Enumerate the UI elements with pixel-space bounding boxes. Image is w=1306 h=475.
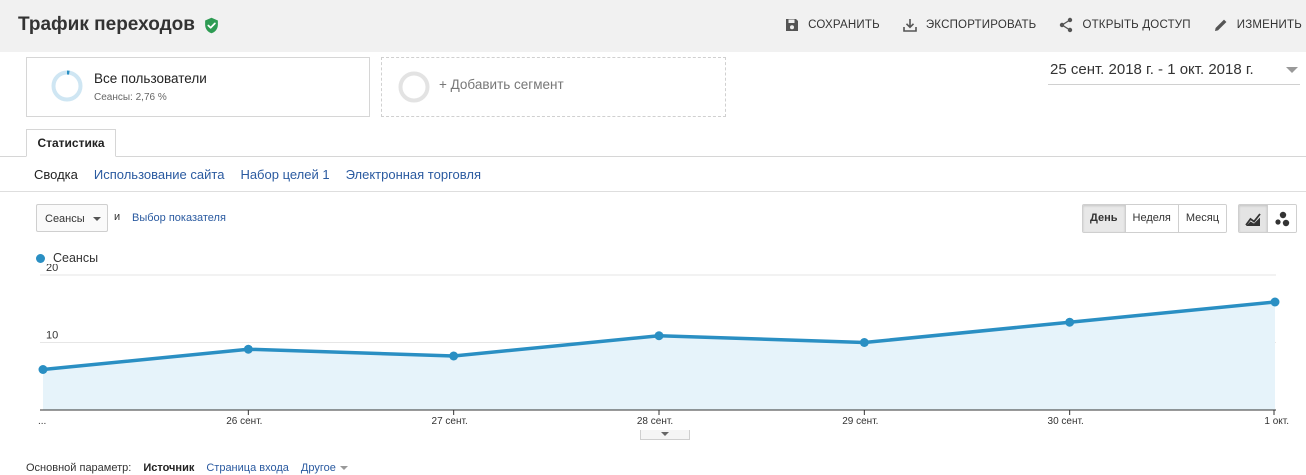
data-point [859, 338, 869, 347]
y-tick-label: 20 [46, 264, 58, 274]
subnav-summary[interactable]: Сводка [34, 167, 78, 182]
share-icon [1058, 17, 1074, 33]
add-segment-label: + Добавить сегмент [439, 77, 564, 92]
chart-legend: Сеансы [36, 251, 98, 265]
data-point [1065, 317, 1075, 327]
subnav-goal-set-1[interactable]: Набор целей 1 [240, 167, 329, 182]
chevron-down-icon [339, 466, 348, 470]
page-title: Трафик переходов [18, 14, 220, 36]
segment-all-users[interactable]: Все пользователи Сеансы: 2,76 % [26, 57, 370, 117]
choose-metric-link[interactable]: Выбор показателя [132, 212, 226, 224]
report-header: Трафик переходов СОХРАНИТЬ ЭКСПОРТИРОВАТ… [0, 0, 1306, 52]
share-label: ОТКРЫТЬ ДОСТУП [1082, 19, 1191, 31]
legend-series-label: Сеансы [53, 251, 99, 265]
x-tick-label: 30 сент. [1048, 416, 1084, 427]
primary-dimension-other-label: Другое [300, 462, 336, 474]
page-title-text: Трафик переходов [18, 14, 195, 35]
primary-dimension-other[interactable]: Другое [301, 462, 348, 474]
segment-ring-icon [51, 70, 83, 102]
x-tick-label: 29 сент. [842, 416, 878, 427]
add-segment-button[interactable]: + Добавить сегмент [381, 57, 726, 117]
save-icon [784, 17, 800, 33]
expand-chart-button[interactable] [640, 430, 690, 440]
period-week-button[interactable]: Неделя [1124, 205, 1178, 232]
y-tick-label: 10 [46, 330, 58, 342]
subnav-site-usage[interactable]: Использование сайта [94, 167, 225, 182]
primary-dimension-label: Основной параметр: [26, 462, 132, 474]
download-icon [902, 17, 918, 33]
x-tick-label: ... [38, 416, 46, 427]
edit-button[interactable]: ИЗМЕНИТЬ [1213, 17, 1302, 33]
pencil-icon [1213, 17, 1229, 33]
x-tick-label: 27 сент. [432, 416, 468, 427]
chevron-down-icon [1286, 67, 1298, 73]
sessions-chart: 10 20... 26 сент. 27 сент. 28 сент. 29 сент. 3… [38, 264, 1289, 427]
report-subnav: Сводка Использование сайта Набор целей 1… [34, 167, 481, 182]
export-button[interactable]: ЭКСПОРТИРОВАТЬ [902, 17, 1037, 33]
chart-view-toggle [1238, 204, 1297, 233]
primary-dimension-landing-page[interactable]: Страница входа [206, 462, 289, 474]
segment-name: Все пользователи [94, 71, 207, 86]
edit-label: ИЗМЕНИТЬ [1236, 19, 1302, 31]
primary-dimension-source[interactable]: Источник [143, 462, 194, 474]
date-range-picker[interactable]: 25 сент. 2018 г. - 1 окт. 2018 г. [1048, 60, 1300, 85]
verified-shield-icon [203, 17, 220, 34]
series-area [43, 302, 1275, 410]
period-day-button[interactable]: День [1083, 205, 1125, 232]
report-toolbar: СОХРАНИТЬ ЭКСПОРТИРОВАТЬ ОТКРЫТЬ ДОСТУП … [762, 17, 1302, 33]
data-point [243, 344, 253, 354]
share-button[interactable]: ОТКРЫТЬ ДОСТУП [1058, 17, 1191, 33]
save-button[interactable]: СОХРАНИТЬ [784, 17, 880, 33]
chevron-down-icon [93, 217, 101, 221]
data-point [654, 331, 664, 341]
data-point [38, 365, 48, 374]
date-range-text: 25 сент. 2018 г. - 1 окт. 2018 г. [1050, 61, 1254, 78]
primary-dimension-bar: Основной параметр: Источник Страница вхо… [26, 462, 348, 474]
tab-statistics[interactable]: Статистика [26, 129, 116, 157]
chevron-down-icon [661, 432, 669, 436]
export-label: ЭКСПОРТИРОВАТЬ [925, 19, 1037, 31]
period-toggle: День Неделя Месяц [1082, 204, 1228, 233]
metric-select[interactable]: Сеансы [36, 204, 108, 232]
period-month-button[interactable]: Месяц [1177, 205, 1227, 232]
save-label: СОХРАНИТЬ [808, 19, 880, 31]
x-tick-label: 28 сент. [637, 416, 673, 427]
line-chart-icon [1244, 210, 1262, 228]
tabs-divider [0, 156, 1306, 157]
segment-share: Сеансы: 2,76 % [94, 92, 167, 103]
and-label: и [114, 211, 121, 223]
line-chart-view-button[interactable] [1239, 205, 1267, 232]
data-point [1270, 297, 1280, 307]
segment-placeholder-ring-icon [398, 71, 430, 103]
data-point [449, 351, 459, 361]
x-tick-label: 1 окт. [1264, 416, 1289, 427]
subnav-ecommerce[interactable]: Электронная торговля [346, 167, 481, 182]
subnav-divider [0, 191, 1306, 192]
motion-chart-view-button[interactable] [1267, 205, 1296, 232]
legend-series-dot [36, 253, 45, 263]
metric-select-value: Сеансы [45, 213, 85, 225]
motion-chart-icon [1273, 210, 1291, 228]
x-tick-label: 26 сент. [226, 416, 262, 427]
